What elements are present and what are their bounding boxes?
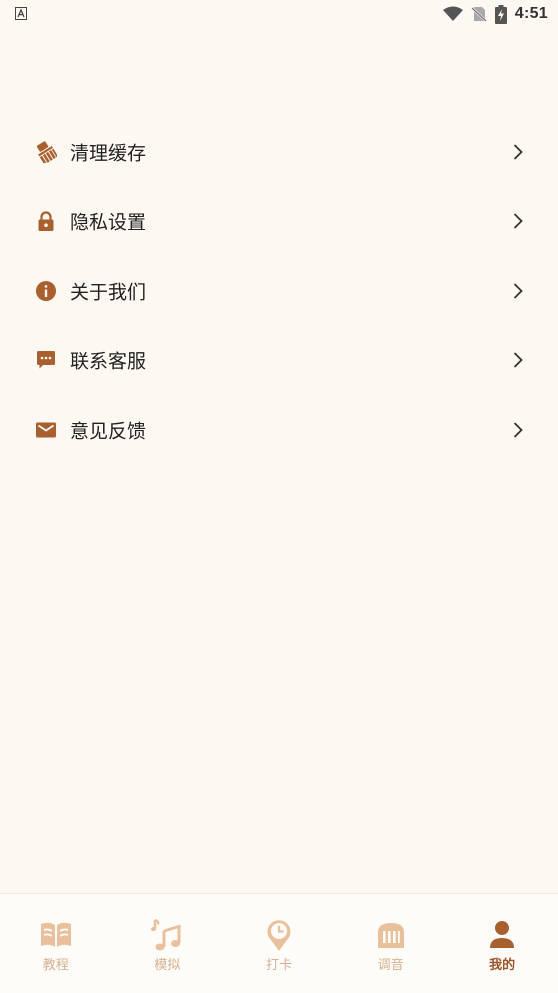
info-icon [35, 280, 57, 302]
menu-item-label: 隐私设置 [70, 211, 147, 234]
nav-item-tuner[interactable]: 调音 [335, 894, 447, 993]
nav-item-label: 教程 [42, 958, 69, 973]
settings-menu: 清理缓存 隐私设置 关于我们 联系客服 意见反馈 [0, 117, 558, 465]
menu-item-clear-cache[interactable]: 清理缓存 [0, 117, 558, 187]
nav-item-label: 模拟 [154, 958, 181, 973]
mail-icon [35, 419, 57, 441]
status-time: 4:51 [514, 5, 548, 22]
bottom-nav: 教程 模拟 打卡 调音 我的 [0, 893, 558, 993]
wifi-icon [442, 6, 463, 22]
menu-item-label: 清理缓存 [70, 142, 147, 165]
chevron-right-icon [512, 143, 524, 161]
menu-item-label: 关于我们 [70, 281, 147, 304]
nav-item-label: 调音 [377, 958, 404, 973]
chevron-right-icon [512, 282, 524, 300]
status-bar: 4:51 [0, 0, 558, 28]
lock-icon [35, 210, 57, 232]
clock-pin-icon [262, 918, 296, 952]
menu-item-feedback[interactable]: 意见反馈 [0, 395, 558, 465]
chevron-right-icon [512, 421, 524, 439]
chevron-right-icon [512, 212, 524, 230]
chat-icon [35, 349, 57, 371]
no-sim-icon [470, 6, 487, 22]
nav-item-label: 我的 [489, 958, 516, 973]
menu-item-label: 联系客服 [70, 350, 147, 373]
person-icon [485, 918, 519, 952]
broom-icon [35, 140, 57, 163]
menu-item-about-us[interactable]: 关于我们 [0, 256, 558, 326]
nav-item-checkin[interactable]: 打卡 [223, 894, 335, 993]
nav-item-simulate[interactable]: 模拟 [112, 894, 224, 993]
battery-charging-icon [494, 4, 507, 24]
menu-item-label: 意见反馈 [70, 420, 147, 443]
music-note-icon [150, 918, 184, 952]
piano-icon [374, 918, 408, 952]
menu-item-privacy-settings[interactable]: 隐私设置 [0, 187, 558, 257]
nav-item-label: 打卡 [265, 958, 292, 973]
keyboard-a-icon [15, 7, 27, 20]
book-icon [39, 918, 73, 952]
chevron-right-icon [512, 351, 524, 369]
nav-item-tutorial[interactable]: 教程 [0, 894, 112, 993]
menu-item-contact-support[interactable]: 联系客服 [0, 326, 558, 396]
nav-item-mine[interactable]: 我的 [446, 894, 558, 993]
